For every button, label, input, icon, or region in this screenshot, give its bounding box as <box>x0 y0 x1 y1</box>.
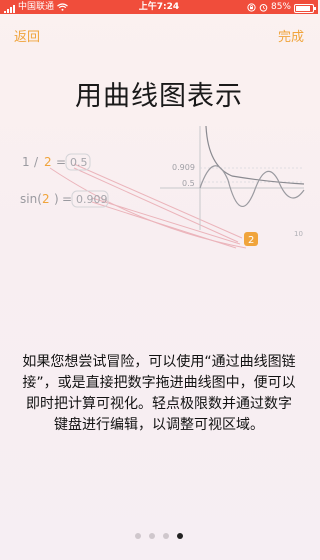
page-dot[interactable] <box>149 533 155 539</box>
page-dot[interactable] <box>135 533 141 539</box>
eq1-result: 0.5 <box>70 156 88 169</box>
eq2-arg: 2 <box>42 192 50 206</box>
graph-label-05: 0.5 <box>182 179 195 188</box>
alarm-icon <box>259 3 268 12</box>
eq1-equals: = <box>56 155 66 169</box>
eq1-numerator: 1 <box>22 155 30 169</box>
navigation-bar: 返回 完成 <box>0 14 318 54</box>
done-button[interactable]: 完成 <box>278 26 304 45</box>
eq1-slash: / <box>34 155 39 169</box>
description-text: 如果您想尝试冒险，可以使用“通过曲线图链接”，或是直接把数字拖进曲线图中，便可以… <box>22 354 296 433</box>
battery-icon <box>294 4 316 13</box>
eq2-result: 0.909 <box>76 193 108 206</box>
graph-label-x10: 10 <box>294 230 303 238</box>
page-indicator[interactable] <box>0 533 318 539</box>
battery-percent: 85% <box>270 2 291 12</box>
page-dot[interactable] <box>163 533 169 539</box>
page-dot[interactable] <box>177 533 183 539</box>
page-title: 用曲线图表示 <box>75 81 243 112</box>
rotation-lock-icon <box>247 2 256 12</box>
graph-label-0909: 0.909 <box>172 163 195 172</box>
eq2-func-close: ) <box>54 192 59 206</box>
eq2-func-open: sin( <box>20 192 42 206</box>
value-badge-label: 2 <box>248 235 254 246</box>
status-right: 85% <box>247 0 316 14</box>
battery-level <box>296 6 310 11</box>
graph-illustration: 0.909 0.5 10 1 / 2 = 0.5 sin( 2 ) = 0.90… <box>20 125 305 249</box>
back-button[interactable]: 返回 <box>14 26 40 45</box>
eq2-equals: = <box>62 192 72 206</box>
status-bar: 中国联通 上午7:24 85% <box>0 0 318 14</box>
eq1-denominator: 2 <box>44 155 52 169</box>
